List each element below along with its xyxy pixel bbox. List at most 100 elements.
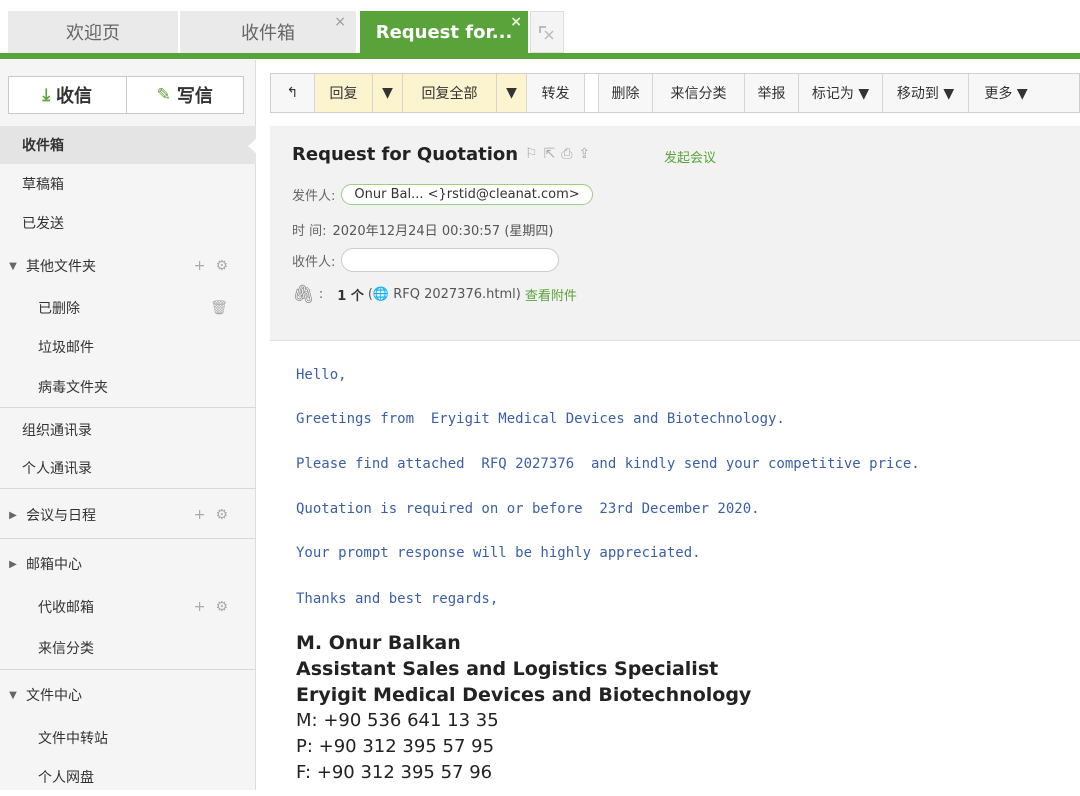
attachment-file[interactable]: (🌐 RFQ 2027376.html) (368, 287, 521, 302)
flag-icon[interactable]: ⚐ (525, 146, 544, 162)
move-label: 移动到 ▼ (896, 86, 955, 102)
tab-inbox-label: 收件箱 (241, 23, 295, 44)
folder-tools[interactable]: +⚙ (194, 599, 238, 615)
mail-header: Request for Quotation ⚐⇱⎙⇪ 发起会议 发件人: Onu… (270, 126, 1080, 340)
sidebar-item-other-folders[interactable]: ▼ 其他文件夹 +⚙ (0, 247, 256, 285)
body-line: Hello, (296, 367, 347, 383)
forward-button[interactable]: 转发 (527, 74, 585, 112)
close-tab-icon (539, 26, 554, 40)
sidebar-item-label: 个人通讯录 (22, 461, 92, 477)
time-label: 时 间: (292, 224, 327, 239)
more-label: 更多 ▼ (984, 86, 1028, 102)
delete-button[interactable]: 删除 (599, 74, 653, 112)
folder-tools[interactable]: +⚙ (194, 258, 238, 274)
recipient-pill[interactable] (341, 248, 560, 272)
sidebar-item-proxy-mail[interactable]: 代收邮箱 +⚙ (0, 588, 256, 626)
more-button[interactable]: 更多 ▼ (969, 74, 1043, 112)
reply-all-label: 回复全部 (421, 86, 478, 102)
sidebar-item-file-transfer[interactable]: 文件中转站 (0, 719, 256, 757)
sidebar-item-org-contacts[interactable]: 组织通讯录 (0, 411, 256, 449)
to-row: 收件人: (292, 248, 560, 272)
from-label: 发件人: (292, 189, 336, 204)
sort-label: 来信分类 (670, 86, 727, 102)
divider (0, 488, 256, 489)
from-row: 发件人: Onur Bal... <}rstid@cleanat.com> (292, 184, 593, 205)
sidebar-item-label: 来信分类 (38, 641, 94, 657)
compose-row: ⤓ 收信 ✎ 写信 (8, 76, 244, 114)
attachment-label: : (318, 287, 324, 302)
chevron-down-icon: ▼ (382, 85, 393, 101)
sidebar-item-inbox[interactable]: 收件箱 (0, 126, 257, 164)
time-row: 时 间: 2020年12月24日 00:30:57 (星期四) (292, 220, 553, 239)
expand-down-icon[interactable]: ▼ (0, 690, 26, 701)
sidebar-item-label: 收件箱 (22, 138, 64, 154)
report-button[interactable]: 举报 (745, 74, 799, 112)
mark-as-button[interactable]: 标记为 ▼ (799, 74, 883, 112)
close-icon[interactable]: × (334, 14, 346, 30)
view-attachment-link[interactable]: 查看附件 (525, 285, 577, 304)
sidebar-item-personal-disk[interactable]: 个人网盘 (0, 758, 256, 796)
sidebar-item-label: 已删除 (38, 301, 80, 317)
paperclip-icon: 🖇 (292, 284, 315, 305)
close-icon[interactable]: × (510, 14, 522, 30)
attachment-count: 1 个 (337, 289, 364, 304)
sidebar-item-label: 组织通讯录 (22, 423, 92, 439)
divider (0, 407, 256, 408)
reply-button[interactable]: 回复 (315, 74, 373, 112)
trash-icon[interactable]: 🗑 (210, 300, 238, 316)
body-line: Thanks and best regards, (296, 591, 499, 607)
folder-tools[interactable]: +⚙ (194, 507, 238, 523)
export-icon[interactable]: ⇱ (544, 146, 562, 162)
tab-welcome[interactable]: 欢迎页 (8, 11, 178, 53)
sidebar-item-drafts[interactable]: 草稿箱 (0, 165, 256, 203)
share-icon[interactable]: ⇪ (579, 146, 597, 162)
sidebar-item-meetings[interactable]: ▶ 会议与日程 +⚙ (0, 496, 256, 534)
sort-button[interactable]: 来信分类 (653, 74, 745, 112)
body-line: Please find attached RFQ 2027376 and kin… (296, 456, 920, 472)
sidebar-item-label: 邮箱中心 (26, 557, 82, 573)
sidebar: ⤓ 收信 ✎ 写信 收件箱 草稿箱 已发送 ▼ 其他文件夹 +⚙ 已删除 🗑 垃圾邮件 病… (0, 60, 257, 790)
tab-request-for-quotation[interactable]: Request for... × (360, 11, 528, 53)
sidebar-item-label: 其他文件夹 (26, 259, 96, 275)
reply-all-dropdown[interactable]: ▼ (497, 74, 527, 112)
expand-down-icon[interactable]: ▼ (0, 261, 26, 272)
sidebar-item-mail-center[interactable]: ▶ 邮箱中心 (0, 545, 256, 583)
sidebar-item-personal-contacts[interactable]: 个人通讯录 (0, 449, 256, 487)
reply-label: 回复 (329, 86, 358, 102)
back-button[interactable]: ↰ (271, 74, 315, 112)
sidebar-item-label: 文件中转站 (38, 731, 108, 747)
mail-toolbar: ↰ 回复 ▼ 回复全部 ▼ 转发 删除 来信分类 举报 标记为 ▼ 移动到 ▼ … (270, 73, 1080, 113)
sidebar-item-junk[interactable]: 垃圾邮件 (0, 328, 256, 366)
signature-title: Assistant Sales and Logistics Specialist (296, 658, 719, 680)
attachment-row: 🖇 : 1 个 (🌐 RFQ 2027376.html) 查看附件 (292, 284, 577, 305)
sidebar-item-virus[interactable]: 病毒文件夹 (0, 368, 256, 406)
signature-fax: F: +90 312 395 57 96 (296, 762, 493, 783)
edit-icon: ✎ (156, 85, 171, 105)
signature-phone: P: +90 312 395 57 95 (296, 736, 495, 757)
body-line: Quotation is required on or before 23rd … (296, 501, 760, 517)
tab-rfq-label: Request for... (375, 21, 513, 43)
write-label: 写信 (176, 86, 213, 107)
sender-pill[interactable]: Onur Bal... <}rstid@cleanat.com> (341, 184, 593, 205)
tab-inbox[interactable]: 收件箱 × (180, 11, 356, 53)
new-tab-placeholder (530, 11, 564, 53)
sidebar-item-file-center[interactable]: ▼ 文件中心 (0, 676, 256, 714)
sidebar-item-sent[interactable]: 已发送 (0, 204, 256, 242)
reply-all-button[interactable]: 回复全部 (403, 74, 497, 112)
write-button[interactable]: ✎ 写信 (127, 77, 244, 113)
move-to-button[interactable]: 移动到 ▼ (883, 74, 969, 112)
forward-label: 转发 (541, 86, 570, 102)
expand-right-icon[interactable]: ▶ (0, 510, 26, 521)
mail-body: Hello, Greetings from Eryigit Medical De… (270, 340, 1080, 790)
sidebar-item-label: 草稿箱 (22, 177, 64, 193)
reply-dropdown[interactable]: ▼ (373, 74, 403, 112)
sidebar-item-deleted[interactable]: 已删除 🗑 (0, 289, 256, 327)
download-icon: ⤓ (42, 85, 50, 105)
subject-action-icons: ⚐⇱⎙⇪ (525, 146, 596, 162)
receive-button[interactable]: ⤓ 收信 (9, 77, 127, 113)
sidebar-item-incoming-sort[interactable]: 来信分类 (0, 629, 256, 667)
start-meeting-link[interactable]: 发起会议 (664, 147, 716, 166)
expand-right-icon[interactable]: ▶ (0, 559, 26, 570)
signature-company: Eryigit Medical Devices and Biotechnolog… (296, 684, 752, 706)
print-icon[interactable]: ⎙ (561, 146, 578, 162)
